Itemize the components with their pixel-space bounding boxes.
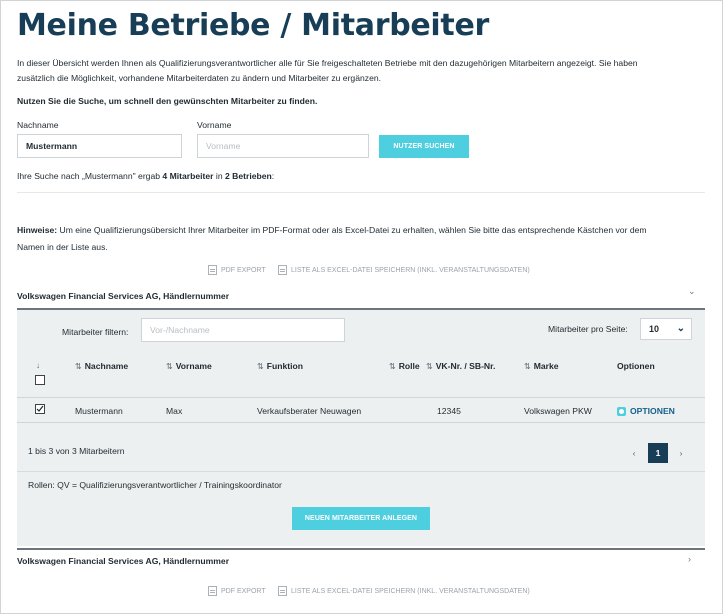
column-function-label: Funktion [266, 361, 303, 371]
filter-input[interactable]: Vor-/Nachname [141, 318, 345, 342]
notes-line-1: Um eine Qualifizierungsübersicht Ihrer M… [57, 225, 647, 235]
chevron-right-icon[interactable]: › [688, 554, 691, 564]
sort-icon: ⇅ [389, 362, 396, 371]
search-hint: Nutzen Sie die Suche, um schnell den gew… [17, 96, 318, 106]
result-middle: in [213, 171, 225, 181]
firstname-input[interactable]: Vorname [197, 134, 369, 158]
page-1-button[interactable]: 1 [648, 443, 668, 463]
divider [17, 192, 705, 193]
column-function[interactable]: ⇅ Funktion [257, 361, 303, 371]
pdf-export-label: PDF EXPORT [221, 587, 266, 595]
result-suffix: : [271, 171, 275, 181]
column-vknr-label: VK-Nr. / SB-Nr. [435, 361, 496, 371]
column-firstname[interactable]: ⇅ Vorname [166, 361, 212, 371]
notes-text: Hinweise: Um eine Qualifizierungsübersic… [17, 222, 707, 256]
result-companies: 2 Betrieben [224, 171, 272, 181]
sort-icon: ⇅ [524, 362, 531, 371]
checkmark-icon [36, 405, 44, 412]
lastname-input[interactable]: Mustermann [17, 134, 182, 158]
per-page-value: 10 [649, 324, 660, 334]
column-role-label: Rolle [398, 361, 420, 371]
search-result-text: Ihre Suche nach „Mustermann" ergab 4 Mit… [17, 171, 274, 181]
roles-legend: Rollen: QV = Qualifizierungsverantwortli… [28, 480, 282, 490]
sort-icon: ⇅ [426, 362, 433, 371]
pdf-file-icon [208, 586, 217, 596]
sort-icon: ⇅ [166, 362, 173, 371]
column-role[interactable]: ⇅ Rolle [389, 361, 420, 371]
company-header-2[interactable]: Volkswagen Financial Services AG, Händle… [17, 556, 229, 566]
column-brand[interactable]: ⇅ Marke [524, 361, 559, 371]
search-users-button[interactable]: NUTZER SUCHEN [379, 135, 469, 158]
result-prefix: Ihre Suche nach „Mustermann" ergab [17, 171, 163, 181]
pdf-export-link[interactable]: PDF EXPORT [208, 586, 266, 596]
chevron-down-icon[interactable]: ⌄ [688, 286, 696, 297]
per-page-select[interactable]: 10 ⌄ [640, 318, 692, 340]
next-page-button[interactable]: › [671, 443, 691, 463]
options-button[interactable]: OPTIONEN [617, 406, 675, 416]
prev-page-button[interactable]: ‹ [624, 443, 644, 463]
excel-file-icon [278, 586, 287, 596]
intro-line-1: In dieser Übersicht werden Ihnen als Qua… [17, 58, 638, 68]
intro-line-2: zusätzlich die Möglichkeit, vorhandene M… [17, 73, 382, 83]
excel-export-label: LISTE ALS EXCEL-DATEI SPEICHERN (INKL. V… [291, 587, 530, 595]
column-options: Optionen [617, 361, 655, 371]
sort-icon: ⇅ [75, 362, 82, 371]
divider [17, 471, 705, 472]
excel-file-icon [278, 265, 287, 275]
column-lastname-label: Nachname [84, 361, 129, 371]
page-title: Meine Betriebe / Mitarbeiter [17, 8, 489, 43]
column-lastname[interactable]: ⇅ Nachname [75, 361, 128, 371]
excel-export-link[interactable]: LISTE ALS EXCEL-DATEI SPEICHERN (INKL. V… [278, 586, 530, 596]
select-all-sort-icon: ↓ [36, 361, 40, 370]
divider [17, 548, 705, 550]
result-count: 4 Mitarbeiter [162, 171, 214, 181]
excel-export-link[interactable]: LISTE ALS EXCEL-DATEI SPEICHERN (INKL. V… [278, 265, 530, 275]
lastname-label: Nachname [17, 120, 59, 130]
range-text: 1 bis 3 von 3 Mitarbeitern [28, 446, 125, 456]
per-page-label: Mitarbeiter pro Seite: [548, 324, 628, 334]
intro-text: In dieser Übersicht werden Ihnen als Qua… [17, 56, 707, 86]
select-all-checkbox[interactable] [35, 375, 45, 385]
pdf-file-icon [208, 265, 217, 275]
cell-lastname: Mustermann [75, 406, 123, 416]
cell-firstname: Max [166, 406, 183, 416]
column-brand-label: Marke [533, 361, 559, 371]
filter-label: Mitarbeiter filtern: [62, 327, 129, 337]
excel-export-label: LISTE ALS EXCEL-DATEI SPEICHERN (INKL. V… [291, 266, 530, 274]
row-checkbox[interactable] [35, 404, 45, 414]
sort-icon: ⇅ [257, 362, 264, 371]
gear-icon [617, 406, 626, 416]
add-employee-button[interactable]: NEUEN MITARBEITER ANLEGEN [292, 507, 430, 530]
cell-brand: Volkswagen PKW [524, 406, 592, 416]
pdf-export-link[interactable]: PDF EXPORT [208, 265, 266, 275]
notes-line-2: Namen in der Liste aus. [17, 242, 108, 252]
cell-function: Verkaufsberater Neuwagen [257, 406, 362, 416]
cell-vknr: 12345 [437, 406, 461, 416]
firstname-label: Vorname [197, 120, 232, 130]
company-header-1[interactable]: Volkswagen Financial Services AG, Händle… [17, 291, 229, 301]
column-firstname-label: Vorname [175, 361, 212, 371]
options-label: OPTIONEN [630, 406, 675, 416]
chevron-down-icon: ⌄ [676, 323, 685, 334]
column-vknr[interactable]: ⇅ VK-Nr. / SB-Nr. [426, 361, 495, 371]
pdf-export-label: PDF EXPORT [221, 266, 266, 274]
notes-label: Hinweise: [17, 225, 58, 235]
